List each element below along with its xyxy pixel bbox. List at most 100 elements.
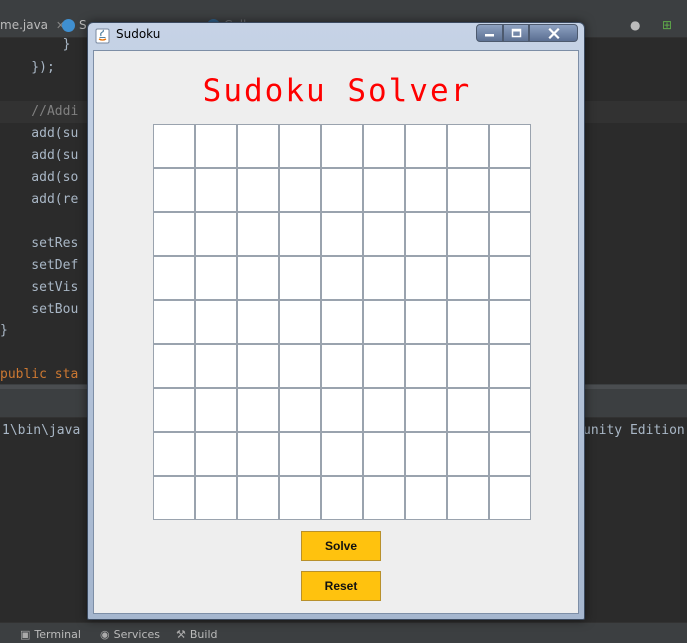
sudoku-cell-r1-c3[interactable] <box>237 124 279 168</box>
sudoku-cell-r3-c6[interactable] <box>363 212 405 256</box>
solve-button[interactable]: Solve <box>301 531 381 561</box>
sudoku-cell-r8-c1[interactable] <box>153 432 195 476</box>
sudoku-cell-r3-c3[interactable] <box>237 212 279 256</box>
notification-icon[interactable]: ● <box>630 0 640 38</box>
sudoku-cell-r9-c7[interactable] <box>405 476 447 520</box>
sudoku-cell-r4-c2[interactable] <box>195 256 237 300</box>
sudoku-cell-r3-c8[interactable] <box>447 212 489 256</box>
sudoku-cell-r7-c6[interactable] <box>363 388 405 432</box>
sudoku-cell-r9-c6[interactable] <box>363 476 405 520</box>
ide-tab-second[interactable]: S <box>62 0 87 38</box>
sudoku-cell-r1-c2[interactable] <box>195 124 237 168</box>
sudoku-cell-r3-c2[interactable] <box>195 212 237 256</box>
code-line: setVis <box>0 280 79 295</box>
sudoku-cell-r6-c6[interactable] <box>363 344 405 388</box>
sudoku-cell-r3-c9[interactable] <box>489 212 531 256</box>
sudoku-cell-r2-c8[interactable] <box>447 168 489 212</box>
sudoku-cell-r6-c4[interactable] <box>279 344 321 388</box>
sudoku-cell-r7-c9[interactable] <box>489 388 531 432</box>
sudoku-cell-r2-c9[interactable] <box>489 168 531 212</box>
sudoku-cell-r2-c2[interactable] <box>195 168 237 212</box>
sudoku-cell-r6-c7[interactable] <box>405 344 447 388</box>
sudoku-cell-r1-c5[interactable] <box>321 124 363 168</box>
terminal-icon: ▣ <box>20 628 31 641</box>
sudoku-cell-r9-c2[interactable] <box>195 476 237 520</box>
ide-tab-label: me.java <box>0 18 49 32</box>
sudoku-cell-r9-c8[interactable] <box>447 476 489 520</box>
services-tool-button[interactable]: ◉ Services <box>100 623 160 643</box>
sudoku-cell-r5-c6[interactable] <box>363 300 405 344</box>
sudoku-cell-r7-c8[interactable] <box>447 388 489 432</box>
sudoku-cell-r4-c3[interactable] <box>237 256 279 300</box>
sudoku-cell-r8-c8[interactable] <box>447 432 489 476</box>
sudoku-cell-r4-c5[interactable] <box>321 256 363 300</box>
sudoku-cell-r1-c6[interactable] <box>363 124 405 168</box>
sudoku-cell-r6-c2[interactable] <box>195 344 237 388</box>
sudoku-cell-r2-c4[interactable] <box>279 168 321 212</box>
sudoku-cell-r8-c4[interactable] <box>279 432 321 476</box>
sudoku-cell-r5-c3[interactable] <box>237 300 279 344</box>
maximize-button[interactable] <box>503 24 529 42</box>
sudoku-cell-r5-c5[interactable] <box>321 300 363 344</box>
sudoku-cell-r9-c3[interactable] <box>237 476 279 520</box>
sudoku-cell-r2-c5[interactable] <box>321 168 363 212</box>
minimize-icon <box>485 34 494 37</box>
sudoku-cell-r6-c8[interactable] <box>447 344 489 388</box>
sudoku-cell-r8-c6[interactable] <box>363 432 405 476</box>
window-controls <box>476 24 578 42</box>
sudoku-cell-r7-c4[interactable] <box>279 388 321 432</box>
sudoku-cell-r2-c6[interactable] <box>363 168 405 212</box>
sudoku-cell-r8-c2[interactable] <box>195 432 237 476</box>
terminal-tool-button[interactable]: ▣ Terminal <box>20 623 81 643</box>
sudoku-cell-r7-c1[interactable] <box>153 388 195 432</box>
sudoku-cell-r5-c4[interactable] <box>279 300 321 344</box>
sudoku-cell-r5-c1[interactable] <box>153 300 195 344</box>
sudoku-cell-r9-c1[interactable] <box>153 476 195 520</box>
sudoku-cell-r8-c5[interactable] <box>321 432 363 476</box>
sudoku-cell-r3-c5[interactable] <box>321 212 363 256</box>
sudoku-cell-r4-c8[interactable] <box>447 256 489 300</box>
sudoku-cell-r1-c9[interactable] <box>489 124 531 168</box>
sudoku-cell-r6-c9[interactable] <box>489 344 531 388</box>
sudoku-cell-r3-c7[interactable] <box>405 212 447 256</box>
sudoku-cell-r8-c9[interactable] <box>489 432 531 476</box>
git-icon[interactable]: ⊞ <box>662 0 672 38</box>
close-button[interactable] <box>529 24 578 42</box>
sudoku-cell-r3-c1[interactable] <box>153 212 195 256</box>
sudoku-cell-r9-c5[interactable] <box>321 476 363 520</box>
sudoku-cell-r4-c1[interactable] <box>153 256 195 300</box>
sudoku-cell-r4-c4[interactable] <box>279 256 321 300</box>
sudoku-cell-r4-c9[interactable] <box>489 256 531 300</box>
sudoku-cell-r5-c9[interactable] <box>489 300 531 344</box>
sudoku-cell-r4-c6[interactable] <box>363 256 405 300</box>
sudoku-cell-r5-c2[interactable] <box>195 300 237 344</box>
sudoku-cell-r2-c7[interactable] <box>405 168 447 212</box>
sudoku-cell-r1-c4[interactable] <box>279 124 321 168</box>
run-output-line: 1\bin\java <box>2 423 81 438</box>
sudoku-cell-r1-c1[interactable] <box>153 124 195 168</box>
sudoku-cell-r8-c7[interactable] <box>405 432 447 476</box>
sudoku-cell-r7-c5[interactable] <box>321 388 363 432</box>
sudoku-cell-r7-c7[interactable] <box>405 388 447 432</box>
sudoku-cell-r5-c7[interactable] <box>405 300 447 344</box>
sudoku-cell-r1-c8[interactable] <box>447 124 489 168</box>
sudoku-cell-r9-c9[interactable] <box>489 476 531 520</box>
build-tool-button[interactable]: ⚒ Build <box>176 623 218 643</box>
sudoku-cell-r2-c1[interactable] <box>153 168 195 212</box>
sudoku-cell-r4-c7[interactable] <box>405 256 447 300</box>
sudoku-cell-r5-c8[interactable] <box>447 300 489 344</box>
ide-tab-main-java[interactable]: me.java ✕ <box>0 0 65 38</box>
sudoku-cell-r3-c4[interactable] <box>279 212 321 256</box>
reset-button[interactable]: Reset <box>301 571 381 601</box>
sudoku-cell-r6-c1[interactable] <box>153 344 195 388</box>
sudoku-cell-r1-c7[interactable] <box>405 124 447 168</box>
window-titlebar[interactable]: Sudoku <box>88 23 584 49</box>
minimize-button[interactable] <box>476 24 503 42</box>
sudoku-cell-r7-c2[interactable] <box>195 388 237 432</box>
sudoku-cell-r9-c4[interactable] <box>279 476 321 520</box>
sudoku-cell-r8-c3[interactable] <box>237 432 279 476</box>
sudoku-cell-r7-c3[interactable] <box>237 388 279 432</box>
sudoku-cell-r6-c3[interactable] <box>237 344 279 388</box>
sudoku-cell-r2-c3[interactable] <box>237 168 279 212</box>
sudoku-cell-r6-c5[interactable] <box>321 344 363 388</box>
